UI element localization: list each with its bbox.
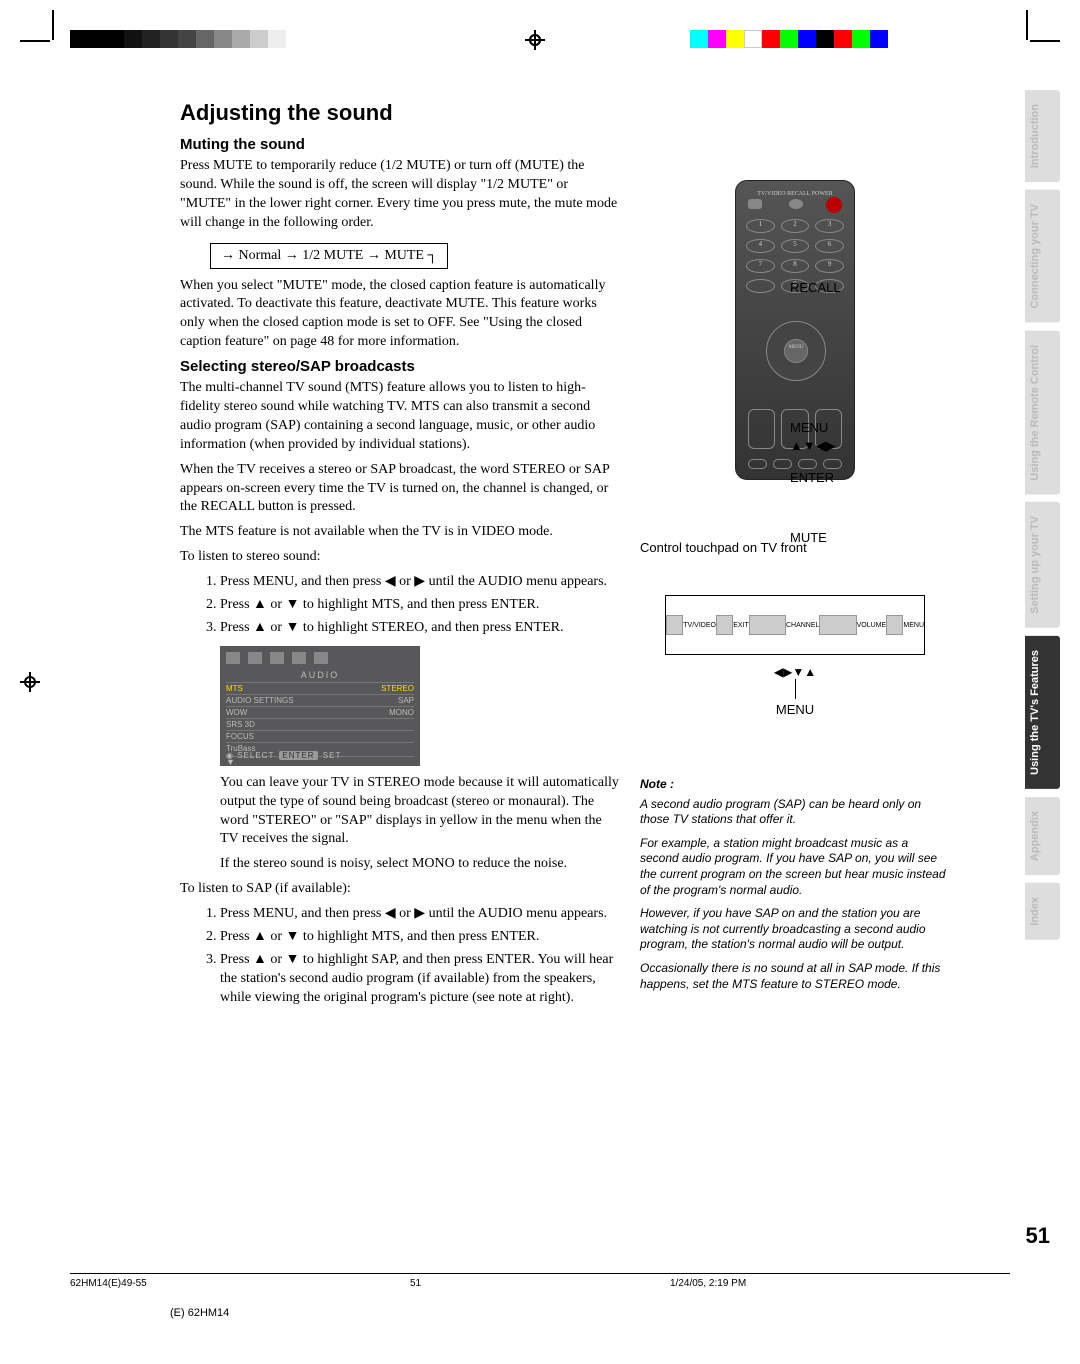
stereo-after1: You can leave your TV in STEREO mode bec…	[220, 774, 620, 850]
stereo-after2: If the stereo sound is noisy, select MON…	[220, 855, 620, 874]
touchpad-illustration: TV/VIDEO EXIT CHANNEL VOLUME MENU	[665, 595, 925, 655]
note-title: Note :	[640, 777, 950, 793]
note-p2: For example, a station might broadcast m…	[640, 836, 950, 898]
section-tabs: Introduction Connecting your TV Using th…	[1025, 90, 1060, 940]
footer-timestamp: 1/24/05, 2:19 PM	[510, 1278, 1010, 1289]
main-column: Adjusting the sound Muting the sound Pre…	[180, 100, 620, 1012]
note-p4: Occasionally there is no sound at all in…	[640, 961, 950, 992]
footer: 62HM14(E)49-55 51 1/24/05, 2:19 PM	[70, 1273, 1010, 1289]
page-number: 51	[1026, 1223, 1050, 1249]
tab-setting-up[interactable]: Setting up your TV	[1025, 502, 1060, 628]
footer-filename: 62HM14(E)49-55	[70, 1278, 410, 1289]
stereo-step: Press ▲ or ▼ to highlight MTS, and then …	[220, 596, 620, 615]
note-block: Note : A second audio program (SAP) can …	[640, 777, 950, 992]
color-bar	[690, 30, 888, 48]
stereo-step: Press ▲ or ▼ to highlight STEREO, and th…	[220, 619, 620, 638]
muting-heading: Muting the sound	[180, 136, 620, 153]
listen-stereo-label: To listen to stereo sound:	[180, 548, 620, 567]
stereo-heading: Selecting stereo/SAP broadcasts	[180, 358, 620, 375]
sap-steps: Press MENU, and then press ◀ or ▶ until …	[220, 905, 620, 1007]
grayscale-bar	[70, 30, 286, 48]
page-content: Adjusting the sound Muting the sound Pre…	[180, 100, 980, 1012]
stereo-step: Press MENU, and then press ◀ or ▶ until …	[220, 573, 620, 592]
muting-p2: When you select "MUTE" mode, the closed …	[180, 277, 620, 353]
sap-step: Press MENU, and then press ◀ or ▶ until …	[220, 905, 620, 924]
registration-mark-left	[20, 672, 40, 692]
sap-step: Press ▲ or ▼ to highlight SAP, and then …	[220, 951, 620, 1008]
note-p3: However, if you have SAP on and the stat…	[640, 906, 950, 953]
audio-menu-screenshot: AUDIO MTSSTEREO AUDIO SETTINGSSAP WOWMON…	[220, 646, 420, 766]
stereo-p3: The MTS feature is not available when th…	[180, 523, 620, 542]
side-column: TV/VIDEO RECALL POWER 1 2 3 4 5 6 7 8 9 …	[640, 100, 950, 1012]
footer-model: (E) 62HM14	[170, 1307, 229, 1319]
listen-sap-label: To listen to SAP (if available):	[180, 880, 620, 899]
muting-p1: Press MUTE to temporarily reduce (1/2 MU…	[180, 157, 620, 233]
sap-step: Press ▲ or ▼ to highlight MTS, and then …	[220, 928, 620, 947]
menu-title: AUDIO	[226, 670, 414, 680]
menu-label: MENU	[790, 420, 828, 435]
registration-mark-bottom	[525, 30, 545, 50]
stereo-p1: The multi-channel TV sound (MTS) feature…	[180, 379, 620, 455]
enter-label: ENTER	[790, 470, 834, 485]
tab-introduction[interactable]: Introduction	[1025, 90, 1060, 182]
recall-label: RECALL	[790, 280, 841, 295]
tab-index[interactable]: Index	[1025, 883, 1060, 940]
tab-connecting[interactable]: Connecting your TV	[1025, 190, 1060, 323]
footer-page: 51	[410, 1278, 510, 1289]
tab-remote[interactable]: Using the Remote Control	[1025, 331, 1060, 495]
mute-flow-diagram: → Normal → 1/2 MUTE → MUTE ┐	[210, 243, 448, 269]
mute-label: MUTE	[790, 530, 827, 545]
stereo-steps: Press MENU, and then press ◀ or ▶ until …	[220, 573, 620, 638]
note-p1: A second audio program (SAP) can be hear…	[640, 797, 950, 828]
stereo-p2: When the TV receives a stereo or SAP bro…	[180, 461, 620, 518]
tab-features[interactable]: Using the TV's Features	[1025, 636, 1060, 789]
arrows-label: ▲▼◀▶	[790, 438, 836, 454]
remote-illustration: TV/VIDEO RECALL POWER 1 2 3 4 5 6 7 8 9 …	[735, 180, 855, 480]
touchpad-arrows: ◀▶▼▲ MENU	[640, 665, 950, 717]
page-title: Adjusting the sound	[180, 100, 620, 126]
tab-appendix[interactable]: Appendix	[1025, 797, 1060, 875]
